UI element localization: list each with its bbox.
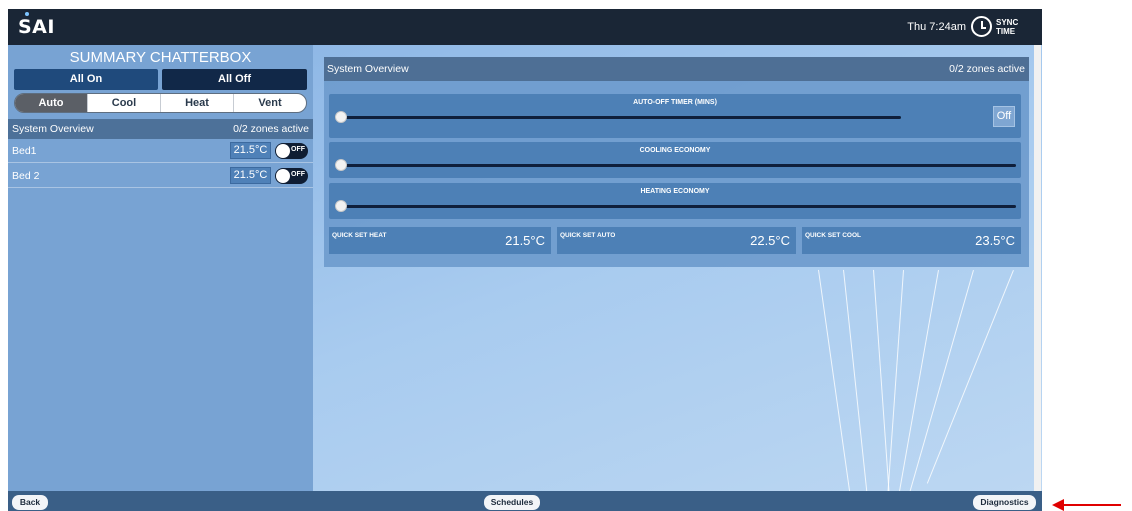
overview-label: System Overview — [12, 123, 94, 135]
logo-dot — [25, 12, 29, 16]
background-streak — [873, 269, 891, 491]
app-window: SAI Thu 7:24am SYNC TIME SUMMARY CHATTER… — [8, 9, 1042, 511]
zone-toggle[interactable]: OFF — [275, 168, 308, 184]
mode-auto[interactable]: Auto — [15, 94, 88, 112]
zones-active-count: 0/2 zones active — [233, 123, 309, 135]
heating-economy-label: HEATING ECONOMY — [640, 188, 710, 195]
cooling-slider-track[interactable] — [341, 164, 1016, 167]
background-streak — [843, 269, 869, 491]
mode-selector: Auto Cool Heat Vent — [14, 93, 307, 113]
quick-set-cool[interactable]: QUICK SET COOL 23.5°C — [802, 227, 1021, 254]
clock-text: Thu 7:24am — [907, 21, 966, 33]
auto-off-slider-track[interactable] — [341, 116, 901, 119]
auto-off-timer-label: AUTO-OFF TIMER (MINS) — [633, 99, 717, 106]
background-streak — [886, 270, 904, 491]
panel-title: System Overview — [327, 63, 409, 75]
zone-sidebar: SUMMARY CHATTERBOX All On All Off Auto C… — [8, 45, 313, 491]
diagnostics-button[interactable]: Diagnostics — [973, 495, 1036, 510]
auto-off-off-button[interactable]: Off — [993, 106, 1015, 127]
zone-row[interactable]: Bed1 21.5°C OFF — [8, 139, 313, 163]
quick-set-heat-label: QUICK SET HEAT — [332, 232, 387, 239]
zone-name: Bed1 — [12, 145, 37, 157]
panel-header: System Overview 0/2 zones active — [324, 57, 1029, 81]
toggle-knob — [276, 144, 290, 158]
mode-heat[interactable]: Heat — [161, 94, 234, 112]
background-streak — [926, 270, 1014, 484]
heating-economy-control: HEATING ECONOMY — [329, 183, 1021, 219]
heating-slider-track[interactable] — [341, 205, 1016, 208]
sidebar-overview-bar: System Overview 0/2 zones active — [8, 119, 313, 139]
schedules-button[interactable]: Schedules — [484, 495, 540, 510]
quick-set-cool-label: QUICK SET COOL — [805, 232, 861, 239]
toggle-label: OFF — [291, 171, 305, 178]
system-overview-panel: System Overview 0/2 zones active AUTO-OF… — [324, 57, 1029, 267]
toggle-label: OFF — [291, 146, 305, 153]
quick-set-auto-value: 22.5°C — [750, 233, 790, 248]
heating-slider-handle[interactable] — [335, 200, 347, 212]
main-area: System Overview 0/2 zones active AUTO-OF… — [313, 45, 1042, 491]
zone-temperature[interactable]: 21.5°C — [230, 167, 271, 184]
all-off-button[interactable]: All Off — [162, 69, 307, 90]
zone-toggle[interactable]: OFF — [275, 143, 308, 159]
panel-zones-active: 0/2 zones active — [949, 63, 1025, 75]
quick-set-cool-value: 23.5°C — [975, 233, 1015, 248]
sai-logo: SAI — [18, 16, 55, 38]
zone-row[interactable]: Bed 2 21.5°C OFF — [8, 164, 313, 188]
bottom-bar: Back Schedules Diagnostics — [8, 491, 1042, 511]
cooling-economy-control: COOLING ECONOMY — [329, 142, 1021, 178]
top-bar: SAI Thu 7:24am SYNC TIME — [8, 9, 1042, 45]
cooling-slider-handle[interactable] — [335, 159, 347, 171]
mode-vent[interactable]: Vent — [234, 94, 306, 112]
zone-name: Bed 2 — [12, 170, 40, 182]
auto-off-slider-handle[interactable] — [335, 111, 347, 123]
quick-set-heat-value: 21.5°C — [505, 233, 545, 248]
quick-set-heat[interactable]: QUICK SET HEAT 21.5°C — [329, 227, 551, 254]
toggle-knob — [276, 169, 290, 183]
sync-time-button[interactable]: SYNC TIME — [996, 18, 1034, 36]
clock-icon[interactable] — [971, 16, 992, 37]
quick-set-auto-label: QUICK SET AUTO — [560, 232, 616, 239]
back-button[interactable]: Back — [12, 495, 48, 510]
cooling-economy-label: COOLING ECONOMY — [639, 147, 711, 154]
sidebar-title: SUMMARY CHATTERBOX — [69, 49, 252, 66]
all-on-button[interactable]: All On — [14, 69, 158, 90]
quick-set-auto[interactable]: QUICK SET AUTO 22.5°C — [557, 227, 796, 254]
mode-cool[interactable]: Cool — [88, 94, 161, 112]
scrollbar[interactable] — [1034, 45, 1041, 491]
auto-off-timer-control: AUTO-OFF TIMER (MINS) Off — [329, 94, 1021, 138]
annotation-arrow — [1063, 504, 1121, 506]
zone-temperature[interactable]: 21.5°C — [230, 142, 271, 159]
